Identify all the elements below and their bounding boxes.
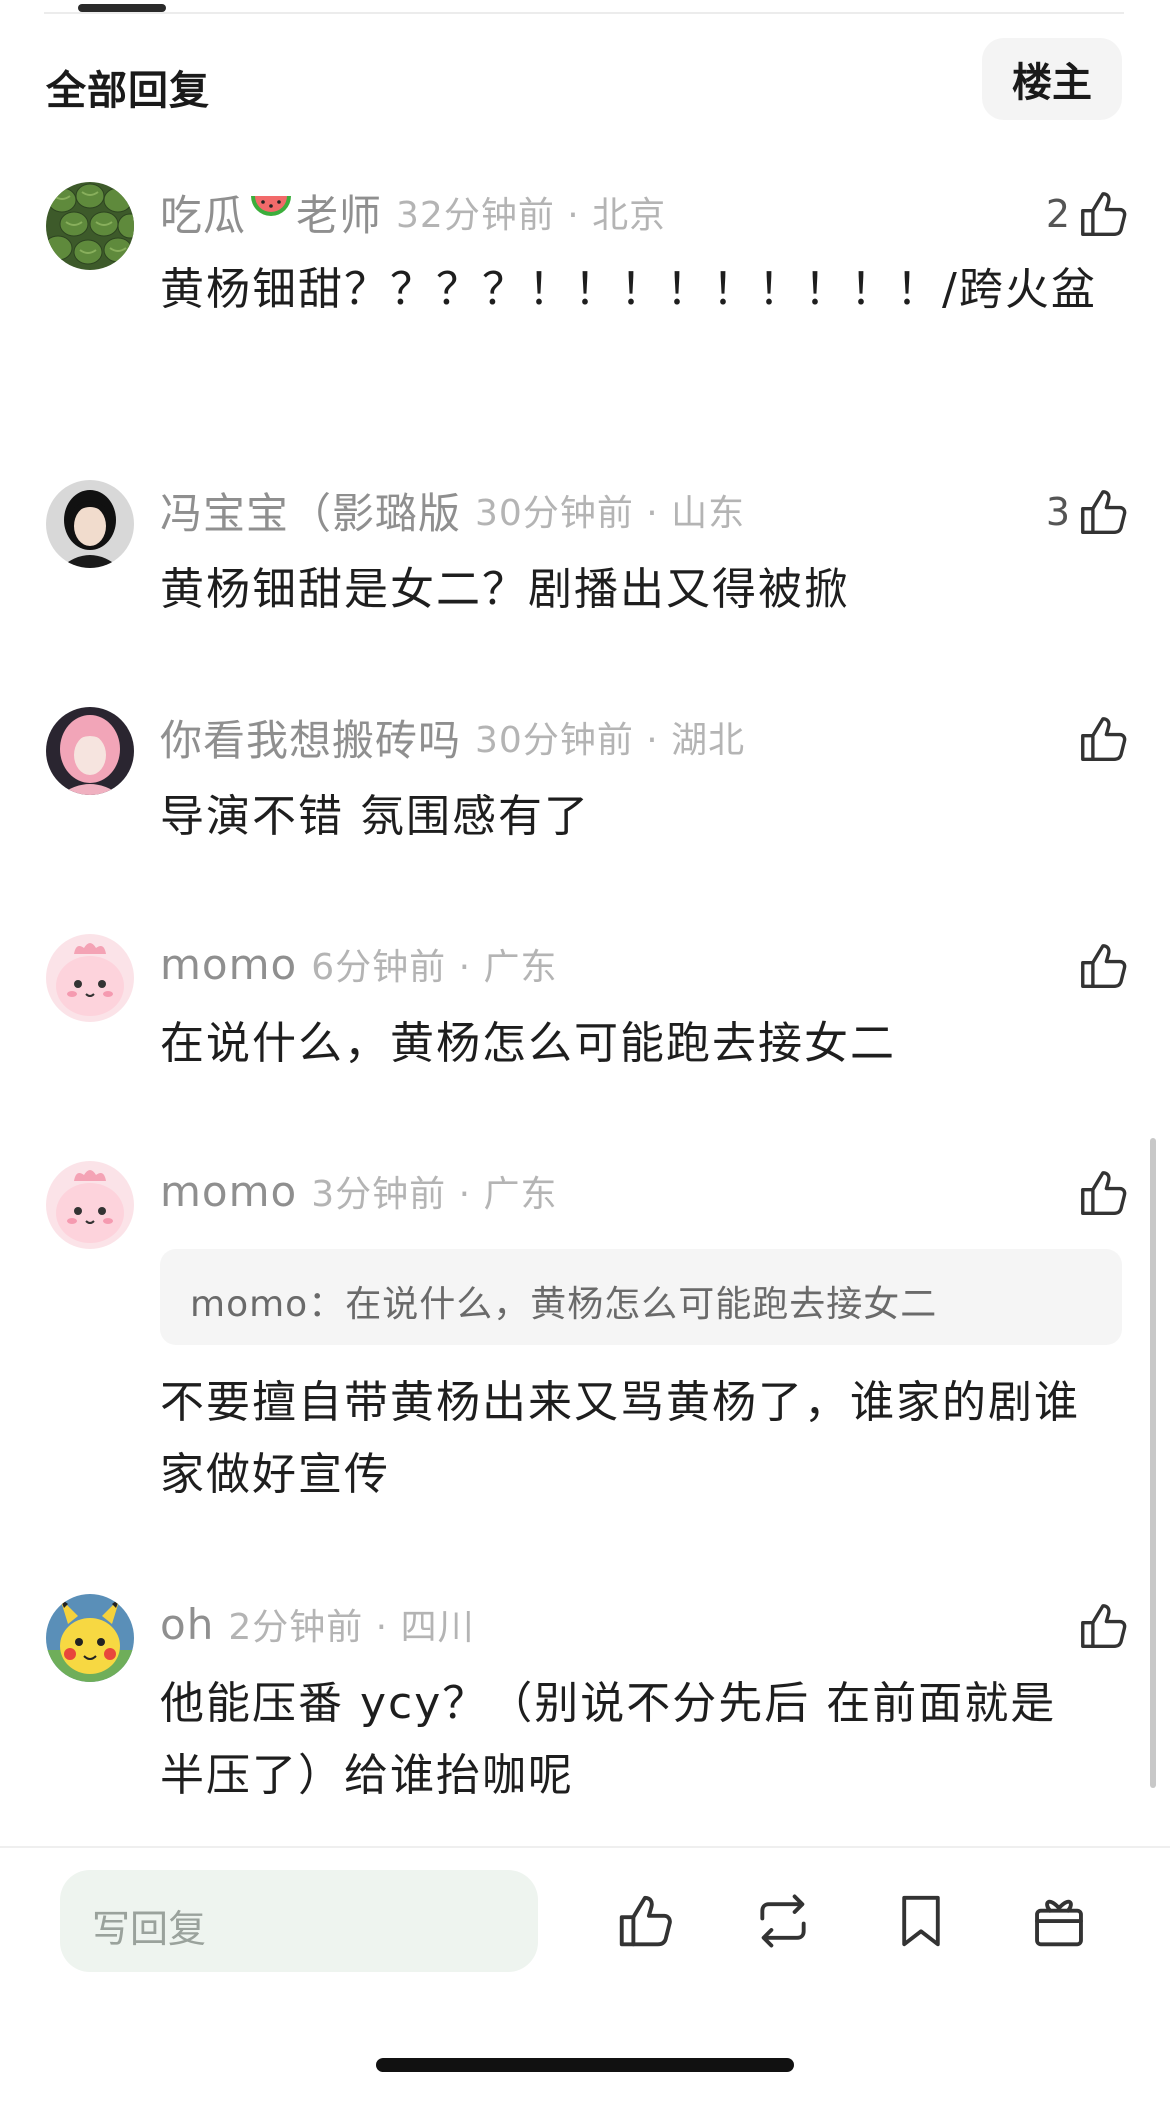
quoted-reply[interactable]: momo：在说什么，黄杨怎么可能跑去接女二 <box>160 1249 1122 1345</box>
thumbs-up-icon <box>1081 192 1127 236</box>
comment-time: 2分钟前 · 四川 <box>228 1607 475 1648</box>
like-count: 3 <box>1045 490 1070 534</box>
comment-meta: 冯宝宝（影璐版 30分钟前 · 山东 <box>160 482 745 538</box>
username-suffix[interactable]: 老师 <box>296 182 382 243</box>
avatar[interactable] <box>46 934 134 1022</box>
username[interactable]: momo <box>160 1167 297 1216</box>
bottom-bar-divider <box>0 1846 1170 1848</box>
tab-indicator <box>78 4 166 12</box>
op-only-button[interactable]: 楼主 <box>982 38 1122 120</box>
like-button[interactable] <box>1070 1594 1130 1658</box>
thumbs-up-icon <box>1081 944 1127 988</box>
home-indicator[interactable] <box>376 2058 794 2072</box>
scrollbar[interactable] <box>1150 1138 1156 1788</box>
avatar[interactable] <box>46 182 134 270</box>
reply-input[interactable]: 写回复 <box>60 1870 538 1972</box>
like-button[interactable]: 2 <box>1046 182 1130 246</box>
quoted-text: momo：在说什么，黄杨怎么可能跑去接女二 <box>190 1284 938 1325</box>
avatar[interactable] <box>46 480 134 568</box>
reply-placeholder: 写回复 <box>92 1907 207 1951</box>
like-count: 2 <box>1045 192 1070 236</box>
comment-time: 6分钟前 · 广东 <box>311 947 558 988</box>
like-button[interactable]: 3 <box>1046 480 1130 544</box>
page-title: 全部回复 <box>46 68 210 114</box>
comment-text: 黄杨钿甜？？？？！！！！！！！！！/跨火盆 <box>160 264 1097 315</box>
comment-text: 导演不错 氛围感有了 <box>160 791 590 842</box>
comment-time: 30分钟前 · 山东 <box>475 493 746 534</box>
gift-icon[interactable] <box>1028 1890 1090 1952</box>
thumbs-up-icon <box>1081 490 1127 534</box>
repost-icon[interactable] <box>752 1890 814 1952</box>
like-button[interactable] <box>1070 934 1130 998</box>
comment-text: 在说什么，黄杨怎么可能跑去接女二 <box>160 1018 896 1069</box>
like-button[interactable] <box>1070 1161 1130 1225</box>
comment-time: 3分钟前 · 广东 <box>311 1174 558 1215</box>
username[interactable]: momo <box>160 940 297 989</box>
comment-meta: 你看我想搬砖吗 30分钟前 · 湖北 <box>160 709 745 765</box>
comment-text: 黄杨钿甜是女二？剧播出又得被掀 <box>160 564 850 615</box>
comment-meta: momo 3分钟前 · 广东 <box>160 1163 557 1219</box>
comment-meta: oh 2分钟前 · 四川 <box>160 1596 475 1652</box>
like-button[interactable] <box>1070 707 1130 771</box>
comment-time: 30分钟前 · 湖北 <box>475 720 746 761</box>
comment-meta: momo 6分钟前 · 广东 <box>160 936 557 992</box>
replies-header: 全部回复 楼主 <box>0 38 1170 120</box>
username[interactable]: 吃瓜 <box>160 182 246 243</box>
comment-meta: 吃瓜 老师 32分钟前 · 北京 <box>160 184 666 240</box>
thumbs-up-icon <box>1081 717 1127 761</box>
avatar[interactable] <box>46 707 134 795</box>
watermelon-icon <box>248 190 294 234</box>
username[interactable]: 冯宝宝（影璐版 <box>160 480 461 541</box>
thumbs-up-icon <box>1081 1171 1127 1215</box>
top-divider <box>44 12 1124 14</box>
like-icon[interactable] <box>614 1890 676 1952</box>
username[interactable]: 你看我想搬砖吗 <box>160 707 461 768</box>
avatar[interactable] <box>46 1594 134 1682</box>
thumbs-up-icon <box>1081 1604 1127 1648</box>
avatar[interactable] <box>46 1161 134 1249</box>
bookmark-icon[interactable] <box>890 1890 952 1952</box>
comment-text: 不要擅自带黄杨出来又骂黄杨了，谁家的剧谁家做好宣传 <box>160 1377 1080 1500</box>
username[interactable]: oh <box>160 1600 214 1649</box>
comment-time: 32分钟前 · 北京 <box>396 195 667 236</box>
comment-text: 他能压番 ycy？（别说不分先后 在前面就是半压了）给谁抬咖呢 <box>160 1678 1057 1801</box>
